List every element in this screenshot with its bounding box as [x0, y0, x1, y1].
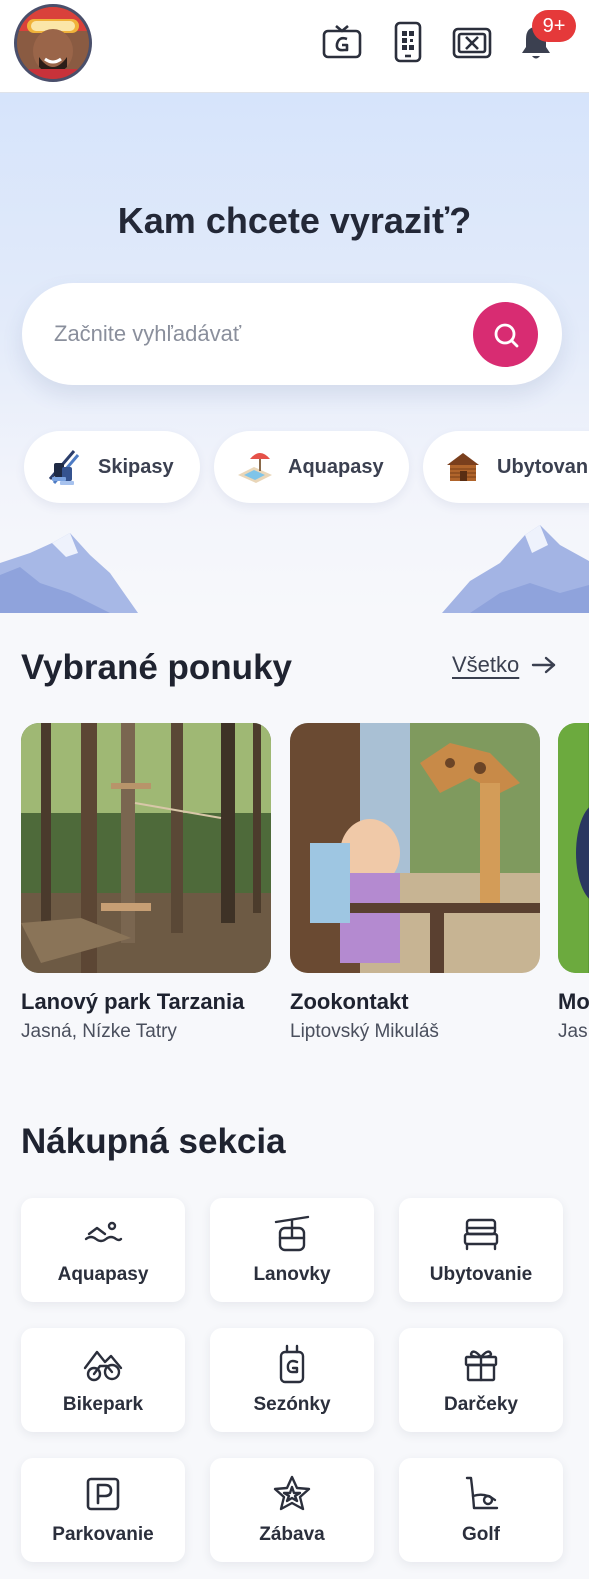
shop-tile-lanovky[interactable]: Lanovky: [210, 1198, 374, 1302]
notification-badge: 9+: [532, 10, 576, 42]
chip-label: Aquapasy: [288, 455, 384, 478]
arrow-right-icon: [532, 656, 556, 674]
offer-title: Mo: [558, 989, 589, 1014]
tile-label: Ubytovanie: [429, 1264, 533, 1285]
tile-label: Parkovanie: [52, 1524, 154, 1545]
top-bar: 9+: [0, 0, 589, 93]
category-chips: Skipasy Aquapasy Ubytovan: [0, 431, 589, 503]
tile-label: Golf: [462, 1524, 500, 1545]
offer-image-ropes-park: [21, 723, 271, 973]
tile-label: Zábava: [259, 1524, 325, 1545]
see-all-link[interactable]: Všetko: [452, 652, 557, 678]
golf-cart-icon: [461, 1474, 501, 1514]
season-pass-icon: [272, 1344, 312, 1384]
tile-label: Aquapasy: [57, 1264, 149, 1285]
search-icon: [494, 323, 518, 347]
pool-umbrella-icon: [234, 447, 274, 487]
chip-aquapasy[interactable]: Aquapasy: [214, 431, 409, 503]
offer-card[interactable]: Zookontakt Liptovský Mikuláš: [290, 723, 540, 1043]
tile-label: Darčeky: [444, 1394, 518, 1415]
offer-location: Jas: [558, 1021, 588, 1042]
see-all-label: Všetko: [452, 652, 520, 677]
shop-tile-bikepark[interactable]: Bikepark: [21, 1328, 185, 1432]
mountain-illustration: [0, 525, 589, 613]
tile-label: Bikepark: [62, 1394, 144, 1415]
shop-tile-zabava[interactable]: Zábava: [210, 1458, 374, 1562]
chip-skipasy[interactable]: Skipasy: [24, 431, 200, 503]
ticket-x-icon[interactable]: [450, 20, 494, 64]
hero-title: Kam chcete vyraziť?: [117, 200, 472, 241]
offer-image-butterfly: [558, 723, 589, 973]
hero-section: Kam chcete vyraziť? Skipasy: [0, 93, 589, 613]
bed-icon: [461, 1214, 501, 1254]
tile-label: Sezónky: [253, 1394, 331, 1415]
tile-label: Lanovky: [253, 1264, 331, 1285]
shop-tile-sezonky[interactable]: Sezónky: [210, 1328, 374, 1432]
offer-card[interactable]: Lanový park Tarzania Jasná, Nízke Tatry: [21, 723, 271, 1043]
cabin-icon: [443, 447, 483, 487]
chip-label: Ubytovanie: [497, 455, 589, 478]
offer-title: Lanový park Tarzania: [21, 989, 245, 1014]
search-button[interactable]: [473, 302, 538, 367]
swimmer-icon: [83, 1214, 123, 1254]
parking-icon: [83, 1474, 123, 1514]
user-avatar[interactable]: [14, 4, 92, 82]
shop-tile-darceky[interactable]: Darčeky: [399, 1328, 563, 1432]
shop-tile-ubytovanie[interactable]: Ubytovanie: [399, 1198, 563, 1302]
offer-title: Zookontakt: [290, 989, 409, 1014]
shop-tile-golf[interactable]: Golf: [399, 1458, 563, 1562]
chip-label: Skipasy: [98, 455, 174, 478]
ski-boots-icon: [44, 447, 84, 487]
offer-image-zoo: [290, 723, 540, 973]
offer-card[interactable]: Mo Jas: [558, 723, 589, 1043]
offer-location: Liptovský Mikuláš: [290, 1021, 439, 1042]
chip-ubytovanie[interactable]: Ubytovanie: [423, 431, 589, 503]
shop-tile-aquapasy[interactable]: Aquapasy: [21, 1198, 185, 1302]
bike-mountain-icon: [83, 1344, 123, 1384]
shop-tile-parkovanie[interactable]: Parkovanie: [21, 1458, 185, 1562]
offers-title: Vybrané ponuky: [21, 648, 292, 687]
cable-car-icon: [272, 1214, 312, 1254]
search-input[interactable]: [54, 283, 474, 385]
offer-location: Jasná, Nízke Tatry: [21, 1021, 177, 1042]
ticket-card-icon[interactable]: [320, 20, 364, 64]
qr-phone-icon[interactable]: [386, 20, 430, 64]
shop-title: Nákupná sekcia: [21, 1122, 286, 1161]
gift-icon: [461, 1344, 501, 1384]
search-bar: [22, 283, 562, 385]
star-icon: [272, 1474, 312, 1514]
